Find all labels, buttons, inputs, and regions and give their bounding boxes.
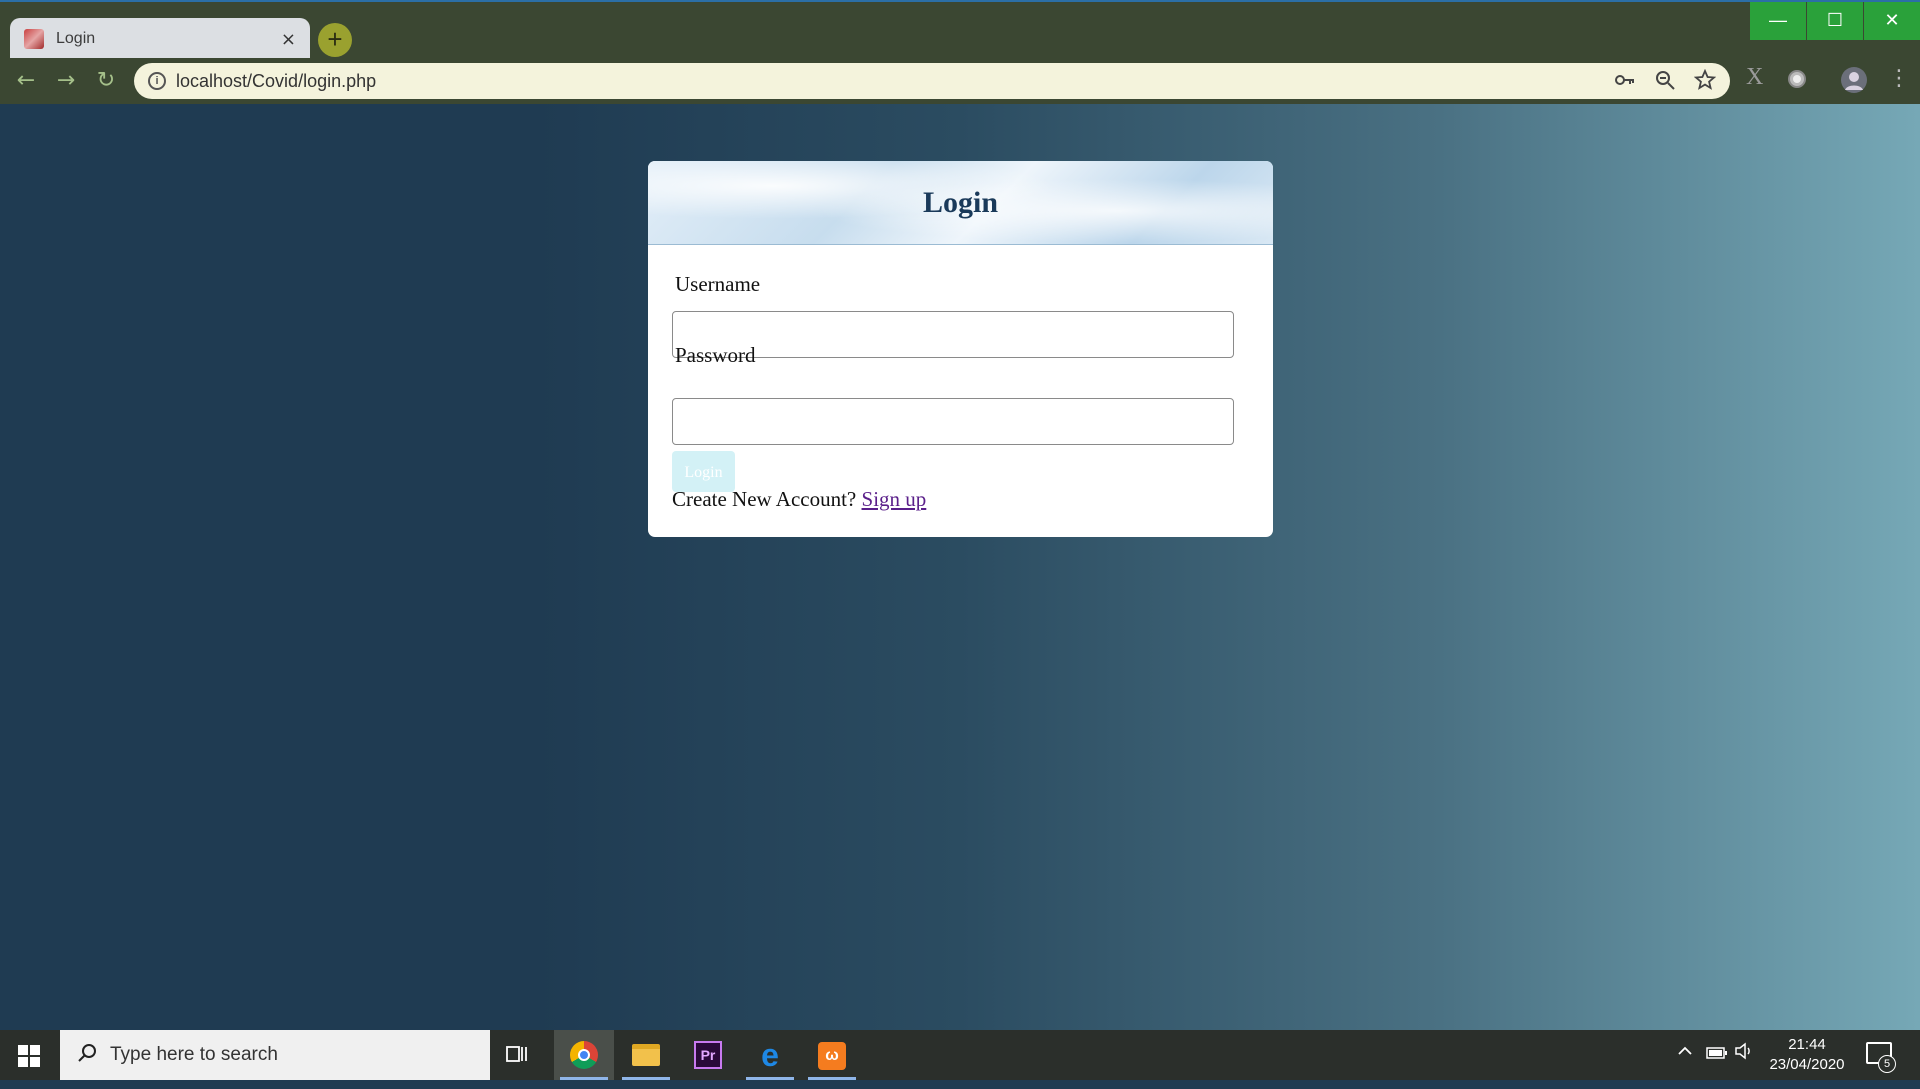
premiere-pro-icon: Pr — [694, 1041, 722, 1069]
signup-prompt-text: Create New Account? — [672, 487, 857, 511]
taskbar-search-placeholder: Type here to search — [110, 1044, 278, 1065]
taskbar-premiere-pro[interactable]: Pr — [678, 1030, 738, 1080]
system-clock[interactable]: 21:44 23/04/2020 — [1762, 1035, 1852, 1075]
chrome-icon — [570, 1041, 598, 1069]
battery-icon[interactable] — [1706, 1030, 1728, 1080]
windows-logo-icon — [18, 1045, 40, 1067]
login-submit-button[interactable]: Login — [672, 451, 735, 492]
clock-time: 21:44 — [1788, 1036, 1826, 1053]
taskbar-chrome[interactable] — [554, 1030, 614, 1080]
reload-icon[interactable]: ↻ — [92, 68, 120, 96]
show-hidden-icons-icon[interactable] — [1676, 1030, 1694, 1080]
browser-toolbar: ← → ↻ i localhost/Covid/login.php X ⋮ — [0, 58, 1920, 104]
windows-taskbar: Type here to search Pr e ω 21:44 23/04/2… — [0, 1030, 1920, 1080]
taskbar-edge[interactable]: e — [740, 1030, 800, 1080]
volume-icon[interactable] — [1734, 1030, 1754, 1080]
login-card: Login Username Password Login Create New… — [648, 161, 1273, 537]
task-view-icon[interactable] — [505, 1042, 529, 1066]
site-favicon-icon — [24, 29, 44, 49]
close-window-button[interactable]: ✕ — [1864, 2, 1920, 40]
page-background: Login Username Password Login Create New… — [0, 104, 1920, 1030]
site-info-icon[interactable]: i — [148, 72, 166, 90]
taskbar-search-box[interactable]: Type here to search — [60, 1030, 490, 1080]
extension-circle-icon[interactable] — [1786, 68, 1808, 95]
back-arrow-icon[interactable]: ← — [12, 68, 40, 96]
username-label: Username — [675, 272, 761, 296]
password-input[interactable] — [672, 398, 1234, 445]
profile-avatar-icon[interactable] — [1840, 66, 1868, 99]
bookmark-star-icon[interactable] — [1693, 68, 1717, 96]
file-explorer-icon — [632, 1044, 660, 1066]
tab-close-icon[interactable]: × — [281, 29, 296, 50]
new-tab-button[interactable]: + — [318, 23, 352, 57]
taskbar-file-explorer[interactable] — [616, 1030, 676, 1080]
browser-tab[interactable]: Login × — [10, 18, 310, 60]
password-label: Password — [675, 343, 756, 367]
clock-date: 23/04/2020 — [1769, 1056, 1845, 1073]
address-bar-url[interactable]: localhost/Covid/login.php — [176, 71, 376, 92]
zoom-icon[interactable] — [1654, 69, 1676, 96]
login-title: Login — [922, 186, 999, 219]
browser-menu-icon[interactable]: ⋮ — [1888, 66, 1910, 91]
browser-titlebar: Login × + — ☐ ✕ — [0, 0, 1920, 60]
signup-link[interactable]: Sign up — [862, 487, 927, 511]
xampp-icon: ω — [818, 1042, 846, 1070]
key-icon[interactable] — [1614, 69, 1636, 96]
login-card-header: Login — [648, 161, 1273, 245]
forward-arrow-icon[interactable]: → — [52, 68, 80, 96]
minimize-window-button[interactable]: — — [1750, 2, 1806, 40]
start-button[interactable] — [0, 1030, 60, 1080]
extension-x-icon[interactable]: X — [1746, 64, 1763, 91]
signup-prompt: Create New Account? Sign up — [672, 487, 926, 512]
taskbar-xampp[interactable]: ω — [802, 1030, 862, 1080]
address-bar[interactable]: i localhost/Covid/login.php — [134, 63, 1730, 99]
maximize-window-button[interactable]: ☐ — [1807, 2, 1863, 40]
search-icon — [76, 1042, 98, 1070]
username-input[interactable] — [672, 311, 1234, 358]
edge-icon: e — [761, 1037, 779, 1073]
tab-title: Login — [56, 30, 96, 47]
notification-count-badge: 5 — [1878, 1055, 1896, 1073]
